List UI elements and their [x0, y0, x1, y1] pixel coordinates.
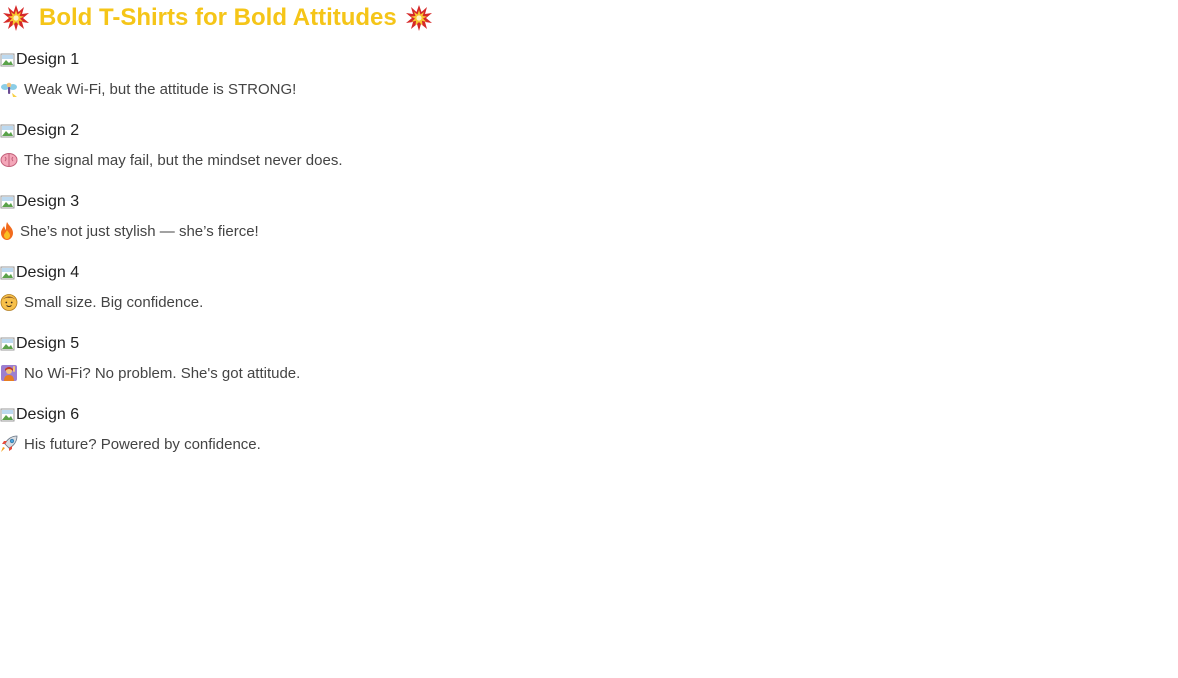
design-item: Design 1 Weak Wi-Fi, but the attitude is…	[0, 50, 600, 121]
design-caption: His future? Powered by confidence.	[0, 434, 261, 454]
design-item: Design 5 No Wi-Fi? No problem. She's got…	[0, 334, 600, 405]
caption-text: Small size. Big confidence.	[24, 293, 204, 311]
design-image[interactable]: Design 3	[0, 192, 79, 212]
broken-image-icon	[0, 336, 16, 352]
design-item: Design 4 Small size. Big confidence.	[0, 263, 600, 334]
caption-text: No Wi-Fi? No problem. She's got attitude…	[24, 364, 301, 382]
caption-text: His future? Powered by confidence.	[24, 435, 261, 453]
design-image[interactable]: Design 5	[0, 334, 79, 354]
design-item: Design 6 His future? Powered by confiden…	[0, 405, 600, 476]
page-title: Bold T-Shirts for Bold Attitudes	[2, 3, 433, 33]
design-item: Design 3 She’s not just stylish — she’s …	[0, 192, 600, 263]
design-caption: Small size. Big confidence.	[0, 292, 203, 312]
broken-image-icon	[0, 52, 16, 68]
caption-text: She’s not just stylish — she’s fierce!	[20, 222, 259, 240]
image-alt-text: Design 2	[16, 122, 80, 139]
design-image[interactable]: Design 2	[0, 121, 79, 141]
design-caption: She’s not just stylish — she’s fierce!	[0, 221, 259, 241]
caption-text: The signal may fail, but the mindset nev…	[24, 151, 343, 169]
collision-burst-icon	[405, 4, 433, 32]
design-image[interactable]: Design 6	[0, 405, 79, 425]
brain-icon	[0, 151, 18, 169]
image-alt-text: Design 4	[16, 264, 80, 281]
broken-image-icon	[0, 265, 16, 281]
image-alt-text: Design 1	[16, 51, 80, 68]
design-image[interactable]: Design 4	[0, 263, 79, 283]
broken-image-icon	[0, 123, 16, 139]
design-item: Design 2 The signal may fail, but the mi…	[0, 121, 600, 192]
design-list: Design 1 Weak Wi-Fi, but the attitude is…	[0, 50, 600, 476]
design-caption: No Wi-Fi? No problem. She's got attitude…	[0, 363, 300, 383]
design-caption: Weak Wi-Fi, but the attitude is STRONG!	[0, 79, 296, 99]
collision-burst-icon	[2, 4, 30, 32]
fire-icon	[0, 222, 14, 240]
design-image[interactable]: Design 1	[0, 50, 79, 70]
design-caption: The signal may fail, but the mindset nev…	[0, 150, 343, 170]
broken-image-icon	[0, 407, 16, 423]
rocket-icon	[0, 435, 18, 453]
image-alt-text: Design 5	[16, 335, 80, 352]
image-alt-text: Design 3	[16, 193, 80, 210]
person-raising-hand-icon	[0, 364, 18, 382]
fairy-wings-icon	[0, 80, 18, 98]
broken-image-icon	[0, 194, 16, 210]
child-face-icon	[0, 293, 18, 311]
caption-text: Weak Wi-Fi, but the attitude is STRONG!	[24, 80, 297, 98]
page-title-text: Bold T-Shirts for Bold Attitudes	[39, 4, 397, 31]
image-alt-text: Design 6	[16, 406, 80, 423]
